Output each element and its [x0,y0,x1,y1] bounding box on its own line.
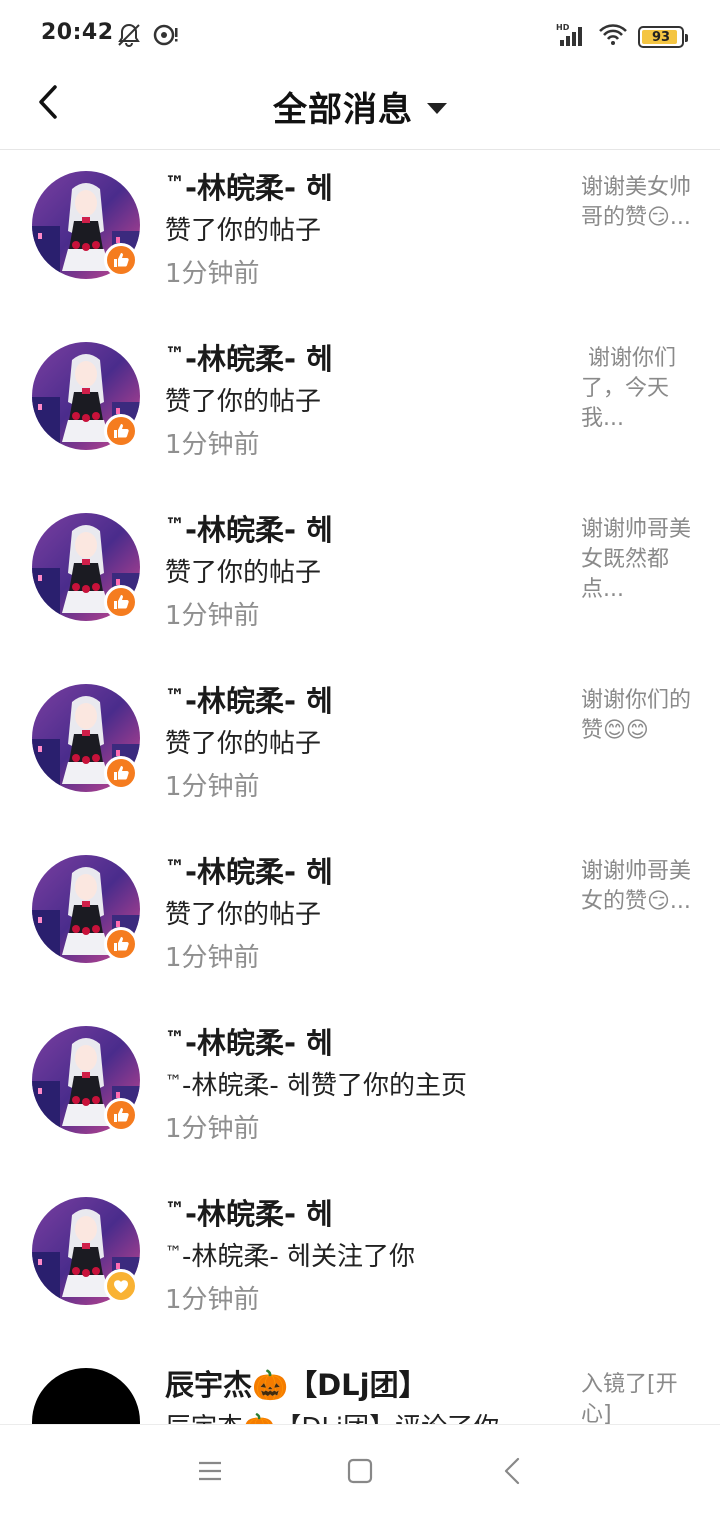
message-sender-name[interactable]: 辰宇杰🎃【DLj团】 [165,1362,428,1404]
message-item[interactable]: ™-林皖柔- 헤 赞了你的帖子 1分钟前 谢谢美女帅哥的赞😏... [0,151,720,322]
message-time: 1分钟前 [165,601,260,631]
post-preview[interactable]: 入镜了[开心] [581,1370,691,1424]
message-time: 1分钟前 [165,943,260,973]
sender-name-text: -林皖柔- 헤 [185,513,333,547]
thumbs-up-icon [104,1098,138,1132]
nav-back-button[interactable] [492,1455,532,1491]
trademark-prefix: ™ [165,342,185,366]
post-preview[interactable]: 谢谢美女帅哥的赞😏... [581,173,691,233]
message-item[interactable]: ™-林皖柔- 헤 赞了你的帖子 1分钟前 谢谢你们的赞😊😊 [0,664,720,835]
trademark-prefix: ™ [165,1197,185,1221]
message-item[interactable]: ™-林皖柔- 헤 赞了你的帖子 1分钟前 谢谢帅哥美女的赞😏... [0,835,720,1006]
thumbs-up-icon [104,243,138,277]
trademark-prefix: ™ [165,855,185,879]
message-sender-name[interactable]: ™-林皖柔- 헤 [165,849,333,891]
trademark-prefix: ™ [165,513,185,537]
battery-icon: 93 [638,26,688,48]
action-text: -林皖柔- 헤关注了你 [182,1242,415,1272]
message-item[interactable]: 辰宇杰🎃【DLj团】辰宇杰🎃【DLj团】评论了你 入镜了[开心] [0,1348,720,1424]
trademark-prefix: ™ [165,1026,185,1050]
status-time: 20:42 [41,20,114,45]
sender-name-text: -林皖柔- 헤 [185,1026,333,1060]
post-preview[interactable]: 谢谢帅哥美女的赞😏... [581,857,691,917]
thumbs-up-icon [104,414,138,448]
trademark-prefix: ™ [165,171,185,195]
status-bar: 20:42 HD 93 [0,0,720,64]
thumbs-up-icon [104,927,138,961]
caret-down-icon [427,103,447,114]
message-time: 1分钟前 [165,1285,260,1315]
message-sender-name[interactable]: ™-林皖柔- 헤 [165,507,333,549]
action-text: 赞了你的帖子 [165,900,322,930]
system-nav-bar [0,1424,720,1520]
message-time: 1分钟前 [165,430,260,460]
message-item[interactable]: ™-林皖柔- 헤 ™-林皖柔- 헤关注了你 1分钟前 [0,1177,720,1348]
message-action: 辰宇杰🎃【DLj团】评论了你 [165,1407,499,1424]
sender-name-text: -林皖柔- 헤 [185,1197,333,1231]
message-action: 赞了你的帖子 [165,894,321,931]
message-action: 赞了你的帖子 [165,210,321,247]
action-text: 赞了你的帖子 [165,558,322,588]
post-preview[interactable]: 谢谢帅哥美女既然都点... [581,515,691,605]
message-action: ™-林皖柔- 헤关注了你 [165,1236,415,1273]
sender-name-text: -林皖柔- 헤 [185,684,333,718]
message-action: ™-林皖柔- 헤赞了你的主页 [165,1065,467,1102]
message-item[interactable]: ™-林皖柔- 헤 赞了你的帖子 1分钟前 谢谢帅哥美女既然都点... [0,493,720,664]
hd-signal-icon: HD [556,22,588,52]
message-sender-name[interactable]: ™-林皖柔- 헤 [165,678,333,720]
message-list[interactable]: ™-林皖柔- 헤 赞了你的帖子 1分钟前 谢谢美女帅哥的赞😏... ™-林皖柔-… [0,151,720,1424]
message-item[interactable]: ™-林皖柔- 헤 赞了你的帖子 1分钟前 谢谢你们了，今天我... [0,322,720,493]
post-preview[interactable]: 谢谢你们了，今天我... [581,344,691,434]
wifi-icon [598,22,628,52]
message-sender-name[interactable]: ™-林皖柔- 헤 [165,1191,333,1233]
trademark-prefix: ™ [165,684,185,708]
menu-button[interactable] [190,1455,230,1491]
message-sender-name[interactable]: ™-林皖柔- 헤 [165,336,333,378]
menu-icon [197,1460,223,1486]
trademark-prefix: ™ [165,1072,182,1092]
status-left-icons [116,22,180,52]
trademark-prefix: ™ [165,1243,182,1263]
avatar[interactable] [32,1368,140,1424]
post-preview[interactable]: 谢谢你们的赞😊😊 [581,686,691,746]
action-text: 赞了你的帖子 [165,216,322,246]
message-time: 1分钟前 [165,259,260,289]
page-title: 全部消息 [273,90,413,130]
status-right-icons: HD 93 [556,22,688,52]
action-text: 赞了你的帖子 [165,387,322,417]
disc-alert-icon [152,22,180,52]
message-item[interactable]: ™-林皖柔- 헤 ™-林皖柔- 헤赞了你的主页 1分钟前 [0,1006,720,1177]
message-sender-name[interactable]: ™-林皖柔- 헤 [165,1020,333,1062]
message-action: 赞了你的帖子 [165,723,321,760]
thumbs-up-icon [104,756,138,790]
message-action: 赞了你的帖子 [165,552,321,589]
heart-icon [104,1269,138,1303]
message-sender-name[interactable]: ™-林皖柔- 헤 [165,165,333,207]
message-time: 1分钟前 [165,1114,260,1144]
title-dropdown[interactable]: 全部消息 [0,82,720,131]
home-button[interactable] [340,1455,380,1491]
bell-off-icon [116,22,142,52]
back-triangle-icon [502,1457,522,1489]
sender-name-text: -林皖柔- 헤 [185,171,333,205]
sender-name-text: -林皖柔- 헤 [185,855,333,889]
battery-level: 93 [651,29,671,45]
action-text: 辰宇杰🎃【DLj团】评论了你 [165,1413,499,1424]
action-text: -林皖柔- 헤赞了你的主页 [182,1071,467,1101]
battery-tip [685,34,688,42]
message-time: 1分钟前 [165,772,260,802]
sender-name-text: -林皖柔- 헤 [185,342,333,376]
svg-text:HD: HD [556,23,570,32]
action-text: 赞了你的帖子 [165,729,322,759]
header: 全部消息 [0,64,720,150]
sender-name-text: 辰宇杰🎃【DLj团】 [165,1368,428,1402]
home-square-icon [347,1458,373,1488]
message-action: 赞了你的帖子 [165,381,321,418]
thumbs-up-icon [104,585,138,619]
